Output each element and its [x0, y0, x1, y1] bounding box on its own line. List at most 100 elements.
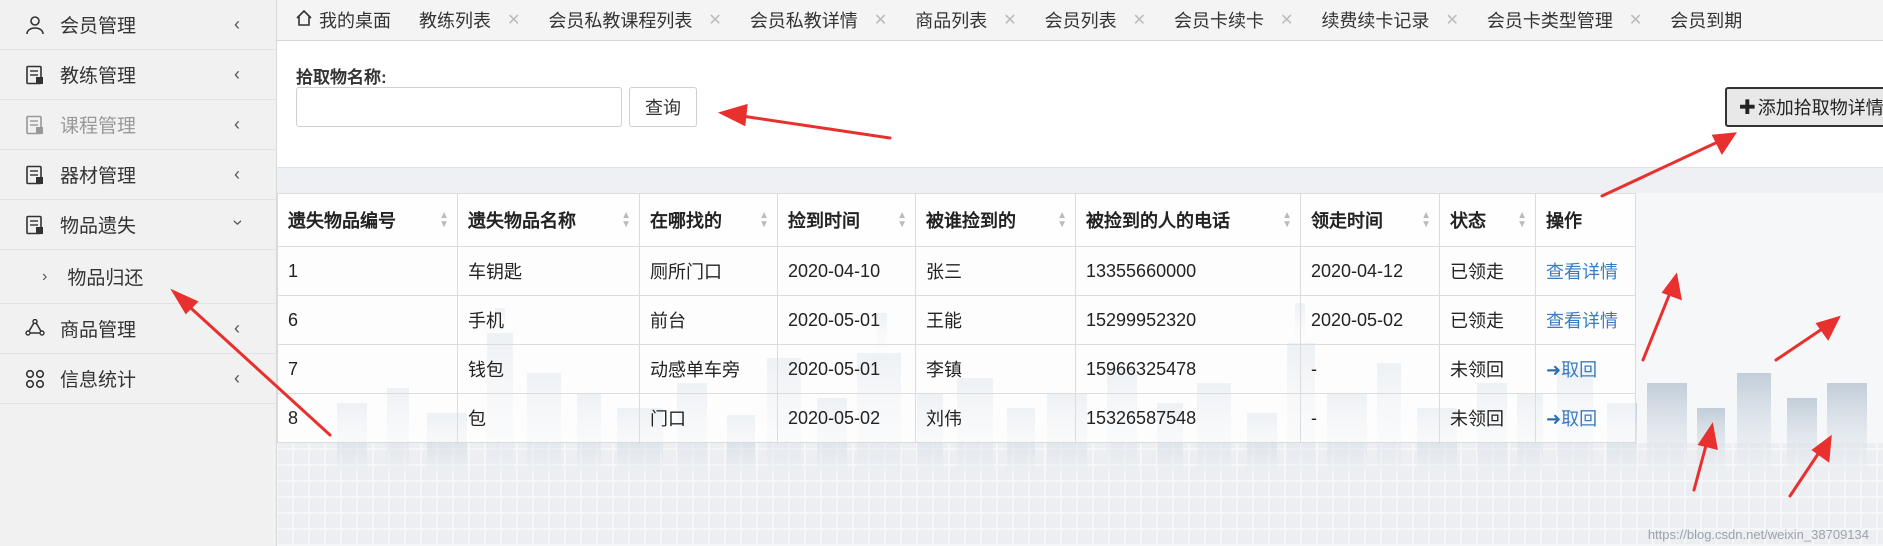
tab-label: 会员卡续卡 [1174, 11, 1265, 31]
close-icon[interactable]: ✕ [1629, 10, 1642, 30]
sidebar: 会员管理 ‹ 教练管理 ‹ 课程管理 ‹ 器材管理 ‹ 物品遗失 ‹ › 物品归… [0, 0, 277, 546]
cell-id: 1 [277, 246, 458, 296]
cell-id: 6 [277, 295, 458, 345]
cell-finder: 李镇 [915, 344, 1076, 394]
table-area: 遗失物品编号 ▲ ▼ 遗失物品名称 ▲ ▼ 在哪找的 ▲ ▼ 捡到时间 ▲ ▼ 被谁捡到的 ▲ ▼ … [277, 193, 1883, 546]
column-header[interactable]: 遗失物品名称 ▲ ▼ [457, 193, 640, 247]
view-details-link[interactable]: 查看详情 [1546, 262, 1618, 282]
document-icon [24, 64, 46, 86]
add-item-button[interactable]: ✚ 添加拾取物详情 [1725, 87, 1883, 127]
sort-icon[interactable]: ▲ ▼ [439, 211, 449, 230]
table-row: 6 手机 前台 2020-05-01 王能 15299952320 2020-0… [277, 295, 1636, 345]
sort-icon[interactable]: ▲ ▼ [1282, 211, 1292, 230]
cell-id: 8 [277, 393, 458, 443]
cell-action: 查看详情 [1535, 246, 1636, 296]
cell-claimed-date: 2020-04-12 [1300, 246, 1440, 296]
tab-label: 教练列表 [419, 11, 491, 31]
cell-action: ➜取回 [1535, 344, 1636, 394]
chevron-left-icon: ‹ [234, 114, 240, 134]
close-icon[interactable]: ✕ [1003, 10, 1016, 30]
chevron-left-icon: ‹ [234, 368, 240, 388]
tab-private-detail[interactable]: 会员私教详情 ✕ [736, 0, 901, 40]
document-icon [24, 214, 46, 236]
table-row: 7 钱包 动感单车旁 2020-05-01 李镇 15966325478 - 未… [277, 344, 1636, 394]
sidebar-subitem-item-return[interactable]: › 物品归还 [0, 250, 276, 304]
tab-card-renew[interactable]: 会员卡续卡 ✕ [1160, 0, 1307, 40]
cell-status: 已领走 [1439, 295, 1536, 345]
column-header[interactable]: 状态 ▲ ▼ [1439, 193, 1536, 247]
cell-claimed-date: - [1300, 393, 1440, 443]
lost-items-table: 遗失物品编号 ▲ ▼ 遗失物品名称 ▲ ▼ 在哪找的 ▲ ▼ 捡到时间 ▲ ▼ 被谁捡到的 ▲ ▼ … [277, 193, 1636, 443]
table-header-row: 遗失物品编号 ▲ ▼ 遗失物品名称 ▲ ▼ 在哪找的 ▲ ▼ 捡到时间 ▲ ▼ 被谁捡到的 ▲ ▼ … [277, 193, 1636, 247]
tab-label: 续费续卡记录 [1321, 11, 1430, 31]
tab-label: 会员私教详情 [749, 11, 858, 31]
search-button[interactable]: 查询 [629, 87, 697, 127]
sidebar-subitem-label: 物品归还 [67, 268, 144, 289]
tab-member-list[interactable]: 会员列表 ✕ [1031, 0, 1160, 40]
chevron-left-icon: ‹ [234, 318, 240, 338]
arrow-right-icon: ➜ [1546, 360, 1562, 380]
sidebar-item-courses[interactable]: 课程管理 ‹ [0, 100, 276, 150]
tab-private-course-list[interactable]: 会员私教课程列表 ✕ [534, 0, 735, 40]
tab-label: 会员私教课程列表 [548, 11, 693, 31]
cell-phone: 15299952320 [1075, 295, 1301, 345]
sidebar-item-lost-items[interactable]: 物品遗失 ‹ [0, 200, 276, 250]
cell-finder: 王能 [915, 295, 1076, 345]
cell-found-date: 2020-04-10 [777, 246, 916, 296]
view-details-link[interactable]: 查看详情 [1546, 311, 1618, 331]
grid-icon [24, 368, 46, 390]
sort-icon[interactable]: ▲ ▼ [1517, 211, 1527, 230]
recycle-icon [24, 318, 46, 340]
cell-action: 查看详情 [1535, 295, 1636, 345]
tab-member-expiry[interactable]: 会员到期 [1656, 0, 1756, 40]
retrieve-link[interactable]: ➜取回 [1546, 360, 1597, 380]
cell-finder: 刘伟 [915, 393, 1076, 443]
sort-icon[interactable]: ▲ ▼ [1421, 211, 1431, 230]
sort-icon[interactable]: ▲ ▼ [759, 211, 769, 230]
add-item-label: 添加拾取物详情 [1757, 98, 1883, 118]
cell-status: 未领回 [1439, 344, 1536, 394]
sort-icon[interactable]: ▲ ▼ [897, 211, 907, 230]
sidebar-item-label: 信息统计 [60, 370, 137, 391]
chevron-down-icon: ‹ [226, 219, 247, 226]
cell-status: 已领走 [1439, 246, 1536, 296]
column-header[interactable]: 被谁捡到的 ▲ ▼ [915, 193, 1076, 247]
tab-label: 商品列表 [915, 11, 988, 31]
sort-icon[interactable]: ▲ ▼ [621, 211, 631, 230]
column-header[interactable]: 被捡到的人的电话 ▲ ▼ [1075, 193, 1301, 247]
cell-place: 门口 [639, 393, 778, 443]
sidebar-item-label: 教练管理 [60, 66, 137, 87]
tab-renew-records[interactable]: 续费续卡记录 ✕ [1307, 0, 1472, 40]
cell-phone: 13355660000 [1075, 246, 1301, 296]
close-icon[interactable]: ✕ [507, 10, 520, 30]
tab-product-list[interactable]: 商品列表 ✕ [901, 0, 1030, 40]
close-icon[interactable]: ✕ [874, 10, 887, 30]
search-input[interactable] [296, 87, 622, 127]
cell-name: 车钥匙 [457, 246, 640, 296]
cell-name: 包 [457, 393, 640, 443]
sidebar-item-products[interactable]: 商品管理 ‹ [0, 304, 276, 354]
close-icon[interactable]: ✕ [1280, 10, 1293, 30]
sidebar-item-coaches[interactable]: 教练管理 ‹ [0, 50, 276, 100]
sidebar-item-members[interactable]: 会员管理 ‹ [0, 0, 276, 50]
sidebar-item-label: 商品管理 [60, 320, 137, 341]
tab-card-type[interactable]: 会员卡类型管理 ✕ [1473, 0, 1656, 40]
cell-name: 手机 [457, 295, 640, 345]
column-header[interactable]: 遗失物品编号 ▲ ▼ [277, 193, 458, 247]
tab-label: 会员到期 [1670, 11, 1743, 31]
retrieve-link[interactable]: ➜取回 [1546, 409, 1597, 429]
cell-action: ➜取回 [1535, 393, 1636, 443]
sort-icon[interactable]: ▲ ▼ [1057, 211, 1067, 230]
document-icon [24, 114, 46, 136]
close-icon[interactable]: ✕ [708, 10, 721, 30]
column-header[interactable]: 在哪找的 ▲ ▼ [639, 193, 778, 247]
close-icon[interactable]: ✕ [1133, 10, 1146, 30]
tab-coach-list[interactable]: 教练列表 ✕ [405, 0, 534, 40]
close-icon[interactable]: ✕ [1445, 10, 1458, 30]
column-header[interactable]: 领走时间 ▲ ▼ [1300, 193, 1440, 247]
tab-home[interactable]: 我的桌面 [277, 0, 405, 40]
chevron-left-icon: ‹ [234, 164, 240, 184]
sidebar-item-statistics[interactable]: 信息统计 ‹ [0, 354, 276, 404]
sidebar-item-equipment[interactable]: 器材管理 ‹ [0, 150, 276, 200]
column-header[interactable]: 捡到时间 ▲ ▼ [777, 193, 916, 247]
